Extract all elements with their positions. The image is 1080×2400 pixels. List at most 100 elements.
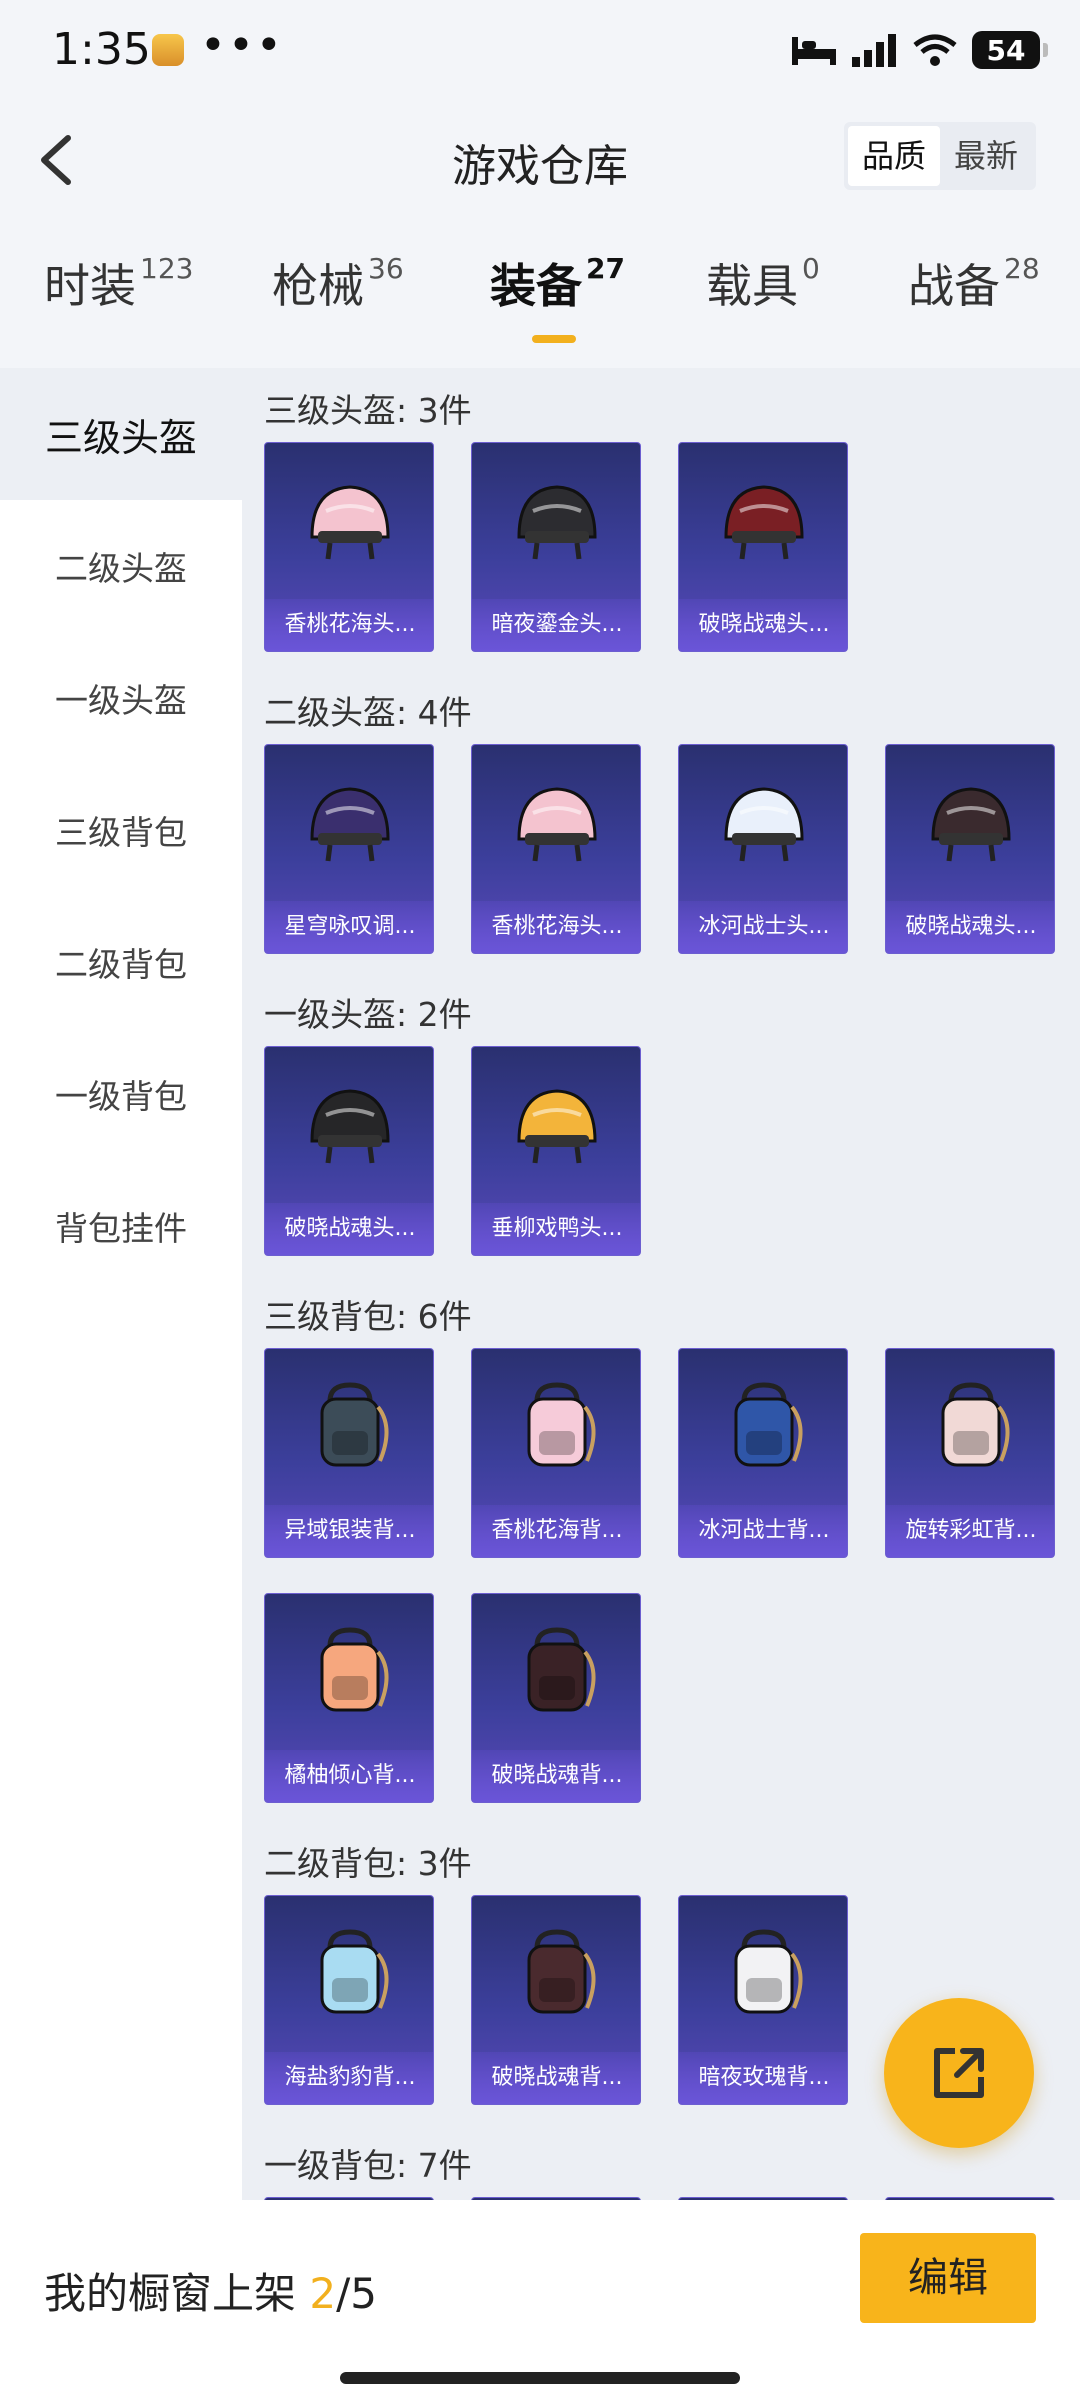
tab-count: 28	[1004, 252, 1040, 285]
section-title: 二级头盔: 4件	[264, 693, 472, 732]
backpack-icon	[320, 1382, 389, 1467]
tab-count: 27	[586, 252, 625, 285]
item-card[interactable]: 香桃花海头...	[471, 744, 641, 954]
item-card[interactable]: 香桃花海头...	[264, 442, 434, 652]
tab-count: 0	[802, 252, 820, 285]
section-title: 三级头盔: 3件	[264, 391, 472, 430]
backpack-icon	[734, 1382, 803, 1467]
item-name: 香桃花海头...	[265, 599, 433, 651]
status-icons: 54	[790, 28, 1048, 72]
item-card[interactable]: 海盐豹豹背...	[264, 1895, 434, 2105]
item-card[interactable]: 异域银装背...	[264, 1348, 434, 1558]
sort-newest-button[interactable]: 最新	[940, 126, 1032, 186]
share-button[interactable]	[884, 1998, 1034, 2148]
item-name: 垂柳戏鸭头...	[472, 1203, 640, 1255]
sidebar-item-level3-helmet[interactable]: 三级头盔	[0, 368, 242, 500]
helmet-icon	[517, 485, 597, 560]
item-card[interactable]: 破晓战魂头...	[264, 1046, 434, 1256]
helmet-icon	[517, 1089, 597, 1164]
item-card[interactable]: 破晓战魂头...	[678, 442, 848, 652]
sidebar: 三级头盔 二级头盔 一级头盔 三级背包 二级背包 一级背包 背包挂件	[0, 368, 242, 2200]
showcase-total: /5	[336, 2269, 377, 2318]
sidebar-item-level1-backpack[interactable]: 一级背包	[0, 1028, 242, 1160]
item-card[interactable]: 冰河战士背...	[678, 1348, 848, 1558]
backpack-icon	[734, 1929, 803, 2014]
item-name: 破晓战魂头...	[679, 599, 847, 651]
sidebar-item-level1-helmet[interactable]: 一级头盔	[0, 632, 242, 764]
item-name: 香桃花海背...	[472, 1505, 640, 1557]
tab-supplies[interactable]: 战备 28	[908, 250, 1040, 316]
category-tabs: 时装 123 枪械 36 装备 27 载具 0 战备 28	[0, 250, 1080, 360]
item-name: 破晓战魂背...	[472, 1750, 640, 1802]
item-name: 暗夜玫瑰背...	[679, 2052, 847, 2104]
item-name: 星穹咏叹调...	[265, 901, 433, 953]
home-indicator[interactable]	[340, 2372, 740, 2384]
item-name: 香桃花海头...	[472, 901, 640, 953]
item-name: 旋转彩虹背...	[886, 1505, 1054, 1557]
backpack-icon	[527, 1382, 596, 1467]
share-icon	[934, 2048, 984, 2098]
backpack-icon	[941, 1382, 1010, 1467]
item-name: 冰河战士背...	[679, 1505, 847, 1557]
status-bar: 1:35 ••• 54	[0, 0, 1080, 100]
item-card[interactable]: 暗夜鎏金头...	[471, 442, 641, 652]
item-grid: 三级头盔: 3件香桃花海头... 暗夜鎏金头... 破晓战魂头... 二级头盔: 4件…	[242, 368, 1080, 2200]
sort-toggle: 品质 最新	[843, 122, 1036, 190]
sidebar-item-level2-helmet[interactable]: 二级头盔	[0, 500, 242, 632]
section-title: 三级背包: 6件	[264, 1297, 472, 1336]
more-status-icon: •••	[200, 20, 284, 71]
sort-quality-button[interactable]: 品质	[847, 126, 940, 186]
helmet-icon	[724, 787, 804, 862]
section-title: 一级背包: 7件	[264, 2146, 472, 2185]
tab-label: 枪械	[272, 259, 364, 313]
tab-firearms[interactable]: 枪械 36	[272, 250, 404, 316]
tab-label: 时装	[44, 259, 136, 313]
item-name: 破晓战魂背...	[472, 2052, 640, 2104]
tab-vehicles[interactable]: 载具 0	[706, 250, 820, 316]
item-card[interactable]: 破晓战魂背...	[471, 1895, 641, 2105]
helmet-icon	[517, 787, 597, 862]
helmet-icon	[931, 787, 1011, 862]
status-time: 1:35	[52, 24, 151, 75]
item-card[interactable]: 垂柳戏鸭头...	[471, 1046, 641, 1256]
battery-icon: 54	[972, 31, 1048, 69]
item-card[interactable]: 冰河战士头...	[678, 744, 848, 954]
header: 游戏仓库 品质 最新	[0, 100, 1080, 220]
item-name: 破晓战魂头...	[265, 1203, 433, 1255]
tab-label: 载具	[706, 259, 798, 313]
showcase-label: 我的橱窗上架	[44, 2269, 310, 2318]
tab-fashion[interactable]: 时装 123	[44, 250, 193, 316]
item-card[interactable]: 星穹咏叹调...	[264, 744, 434, 954]
helmet-icon	[310, 485, 390, 560]
wifi-icon	[913, 34, 957, 66]
sidebar-item-level2-backpack[interactable]: 二级背包	[0, 896, 242, 1028]
bottom-bar: 我的橱窗上架 2/5 编辑	[0, 2200, 1080, 2400]
item-card[interactable]: 香桃花海背...	[471, 1348, 641, 1558]
item-name: 冰河战士头...	[679, 901, 847, 953]
helmet-icon	[310, 787, 390, 862]
showcase-current-count: 2	[309, 2269, 337, 2318]
bed-icon	[792, 37, 836, 65]
tab-equipment[interactable]: 装备 27	[490, 250, 625, 316]
tab-count: 123	[140, 252, 194, 285]
item-card[interactable]: 破晓战魂背...	[471, 1593, 641, 1803]
item-name: 海盐豹豹背...	[265, 2052, 433, 2104]
item-card[interactable]: 橘柚倾心背...	[264, 1593, 434, 1803]
item-card[interactable]: 破晓战魂头...	[885, 744, 1055, 954]
backpack-icon	[527, 1627, 596, 1712]
tab-count: 36	[368, 252, 404, 285]
app-notification-icon	[152, 34, 184, 66]
section-title: 二级背包: 3件	[264, 1844, 472, 1883]
edit-button[interactable]: 编辑	[860, 2233, 1036, 2323]
backpack-icon	[320, 1627, 389, 1712]
item-card[interactable]: 旋转彩虹背...	[885, 1348, 1055, 1558]
sidebar-item-backpack-charm[interactable]: 背包挂件	[0, 1160, 242, 1292]
showcase-status: 我的橱窗上架 2/5	[44, 2260, 377, 2321]
backpack-icon	[320, 1929, 389, 2014]
item-card[interactable]: 暗夜玫瑰背...	[678, 1895, 848, 2105]
section-title: 一级头盔: 2件	[264, 995, 472, 1034]
signal-icon	[852, 34, 896, 67]
helmet-icon	[724, 485, 804, 560]
sidebar-item-level3-backpack[interactable]: 三级背包	[0, 764, 242, 896]
backpack-icon	[527, 1929, 596, 2014]
